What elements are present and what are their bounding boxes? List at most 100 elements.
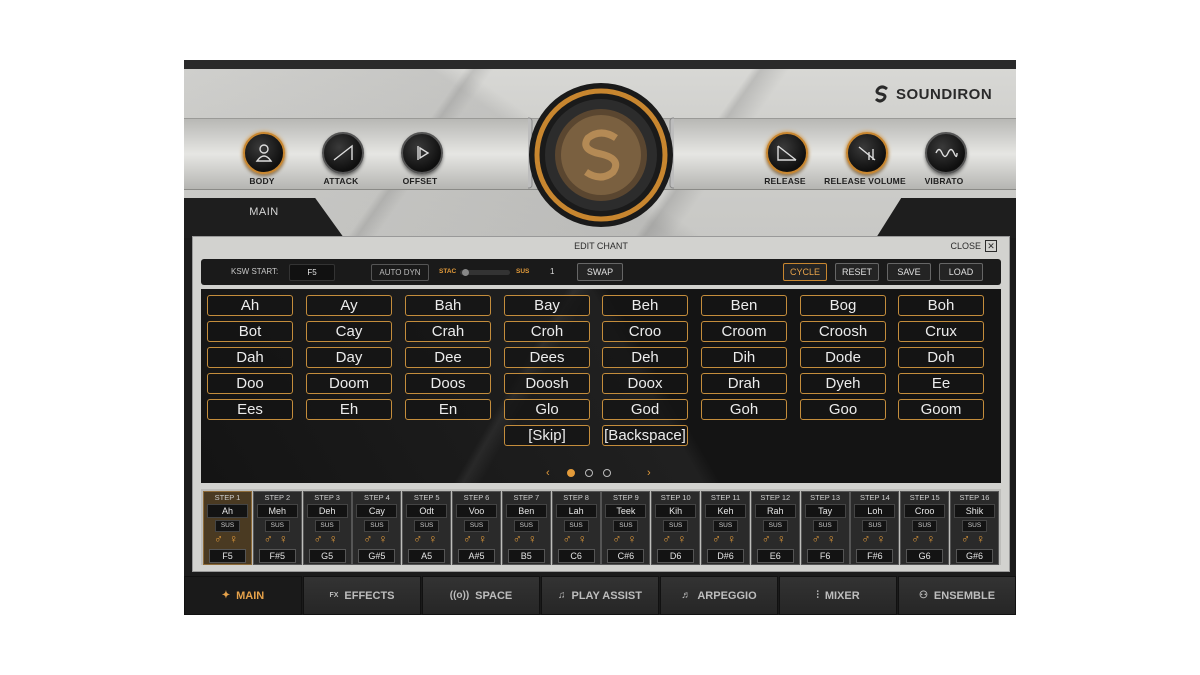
step-syllable[interactable]: Cay [356,504,398,518]
release-knob[interactable] [766,132,808,174]
male-voice-icon[interactable]: ♂ [762,532,771,546]
step-syllable[interactable]: Voo [456,504,497,518]
step-sus-toggle[interactable]: SUS [912,520,938,532]
male-voice-icon[interactable]: ♂ [861,532,870,546]
step-cell[interactable]: STEP 13 Tay SUS ♂ ♀ F6 [800,491,850,565]
step-sus-toggle[interactable]: SUS [215,520,240,532]
swap-button[interactable]: SWAP [577,263,623,281]
tab-mixer[interactable]: ⫶ MIXER [779,576,897,615]
stac-sus-slider[interactable] [460,269,510,276]
page-prev-icon[interactable]: ‹ [546,467,550,479]
syllable-chip[interactable]: Doos [405,373,491,394]
step-sus-toggle[interactable]: SUS [414,520,440,532]
step-note[interactable]: C#6 [607,549,645,563]
tab-ensemble[interactable]: ⚇ ENSEMBLE [898,576,1016,615]
male-voice-icon[interactable]: ♂ [214,532,223,546]
step-note[interactable]: F#6 [856,549,894,563]
tab-space[interactable]: ((o)) SPACE [422,576,540,615]
syllable-chip[interactable]: Doox [602,373,688,394]
female-voice-icon[interactable]: ♀ [627,532,636,546]
female-voice-icon[interactable]: ♀ [727,532,736,546]
syllable-chip[interactable]: Dees [504,347,590,368]
step-note[interactable]: E6 [756,549,794,563]
step-note[interactable]: G5 [308,549,346,563]
step-sus-toggle[interactable]: SUS [812,520,838,532]
male-voice-icon[interactable]: ♂ [911,532,920,546]
step-syllable[interactable]: Keh [705,504,746,518]
tab-arpeggio[interactable]: ♬ ARPEGGIO [660,576,778,615]
step-cell[interactable]: STEP 10 Kih SUS ♂ ♀ D6 [651,491,701,565]
step-syllable[interactable]: Meh [256,504,298,518]
step-cell[interactable]: STEP 4 Cay SUS ♂ ♀ G#5 [352,491,402,565]
release-volume-knob[interactable] [846,132,888,174]
page-next-icon[interactable]: › [647,467,651,479]
female-voice-icon[interactable]: ♀ [279,532,288,546]
syllable-chip[interactable]: Croom [701,321,787,342]
syllable-chip[interactable]: Ees [207,399,293,420]
syllable-chip[interactable]: Bot [207,321,293,342]
male-voice-icon[interactable]: ♂ [961,532,970,546]
syllable-chip[interactable]: Deh [602,347,688,368]
syllable-chip[interactable]: Dee [405,347,491,368]
cycle-button[interactable]: CYCLE [783,263,827,281]
female-voice-icon[interactable]: ♀ [827,532,836,546]
step-note[interactable]: B5 [507,549,545,563]
step-sus-toggle[interactable]: SUS [364,520,390,532]
vibrato-knob[interactable] [925,132,967,174]
syllable-chip[interactable]: Doom [306,373,392,394]
step-cell[interactable]: STEP 9 Teek SUS ♂ ♀ C#6 [601,491,651,565]
step-note[interactable]: D#6 [707,549,744,563]
page-dot[interactable] [603,469,611,477]
step-syllable[interactable]: Kih [655,504,697,518]
syllable-chip[interactable]: Glo [504,399,590,420]
male-voice-icon[interactable]: ♂ [612,532,621,546]
female-voice-icon[interactable]: ♀ [677,532,686,546]
female-voice-icon[interactable]: ♀ [478,532,487,546]
step-syllable[interactable]: Ben [505,504,547,518]
syllable-chip[interactable]: Bah [405,295,491,316]
syllable-chip[interactable]: Boh [898,295,984,316]
ksw-start-field[interactable]: F5 [289,264,335,281]
save-button[interactable]: SAVE [887,263,931,281]
step-sus-toggle[interactable]: SUS [464,520,489,532]
step-note[interactable]: C6 [557,549,595,563]
step-cell[interactable]: STEP 3 Deh SUS ♂ ♀ G5 [302,491,352,565]
attack-knob[interactable] [322,132,364,174]
step-cell[interactable]: STEP 12 Rah SUS ♂ ♀ E6 [750,491,800,565]
syllable-chip[interactable]: Goo [800,399,886,420]
step-cell[interactable]: STEP 8 Lah SUS ♂ ♀ C6 [551,491,601,565]
body-knob[interactable] [243,132,285,174]
close-button[interactable]: CLOSE ✕ [950,240,997,252]
syllable-chip[interactable]: Ben [701,295,787,316]
syllable-chip[interactable]: Dode [800,347,886,368]
auto-dyn-button[interactable]: AUTO DYN [371,264,429,281]
syllable-chip[interactable]: Doh [898,347,984,368]
syllable-chip[interactable]: Croo [602,321,688,342]
step-note[interactable]: G#5 [358,549,396,563]
step-note[interactable]: A5 [408,549,446,563]
step-cell[interactable]: STEP 7 Ben SUS ♂ ♀ B5 [501,491,551,565]
female-voice-icon[interactable]: ♀ [876,532,885,546]
step-note[interactable]: F6 [806,549,844,563]
step-sus-toggle[interactable]: SUS [264,520,290,532]
syllable-chip[interactable]: Dih [701,347,787,368]
syllable-chip[interactable]: [Backspace] [602,425,688,446]
step-syllable[interactable]: Deh [306,504,348,518]
syllable-chip[interactable]: Ay [306,295,392,316]
tab-main[interactable]: ✦ MAIN [184,576,302,615]
female-voice-icon[interactable]: ♀ [976,532,985,546]
syllable-chip[interactable]: Bog [800,295,886,316]
step-cell[interactable]: STEP 16 Shik SUS ♂ ♀ G#6 [950,491,999,565]
male-voice-icon[interactable]: ♂ [812,532,821,546]
step-syllable[interactable]: Shik [954,504,995,518]
page-dot[interactable] [585,469,593,477]
female-voice-icon[interactable]: ♀ [926,532,935,546]
tab-effects[interactable]: FX EFFECTS [303,576,421,615]
syllable-chip[interactable]: Dyeh [800,373,886,394]
page-dot[interactable] [567,469,575,477]
step-note[interactable]: G#6 [956,549,993,563]
step-syllable[interactable]: Loh [854,504,896,518]
step-sus-toggle[interactable]: SUS [513,520,539,532]
female-voice-icon[interactable]: ♀ [329,532,338,546]
syllable-chip[interactable]: Bay [504,295,590,316]
